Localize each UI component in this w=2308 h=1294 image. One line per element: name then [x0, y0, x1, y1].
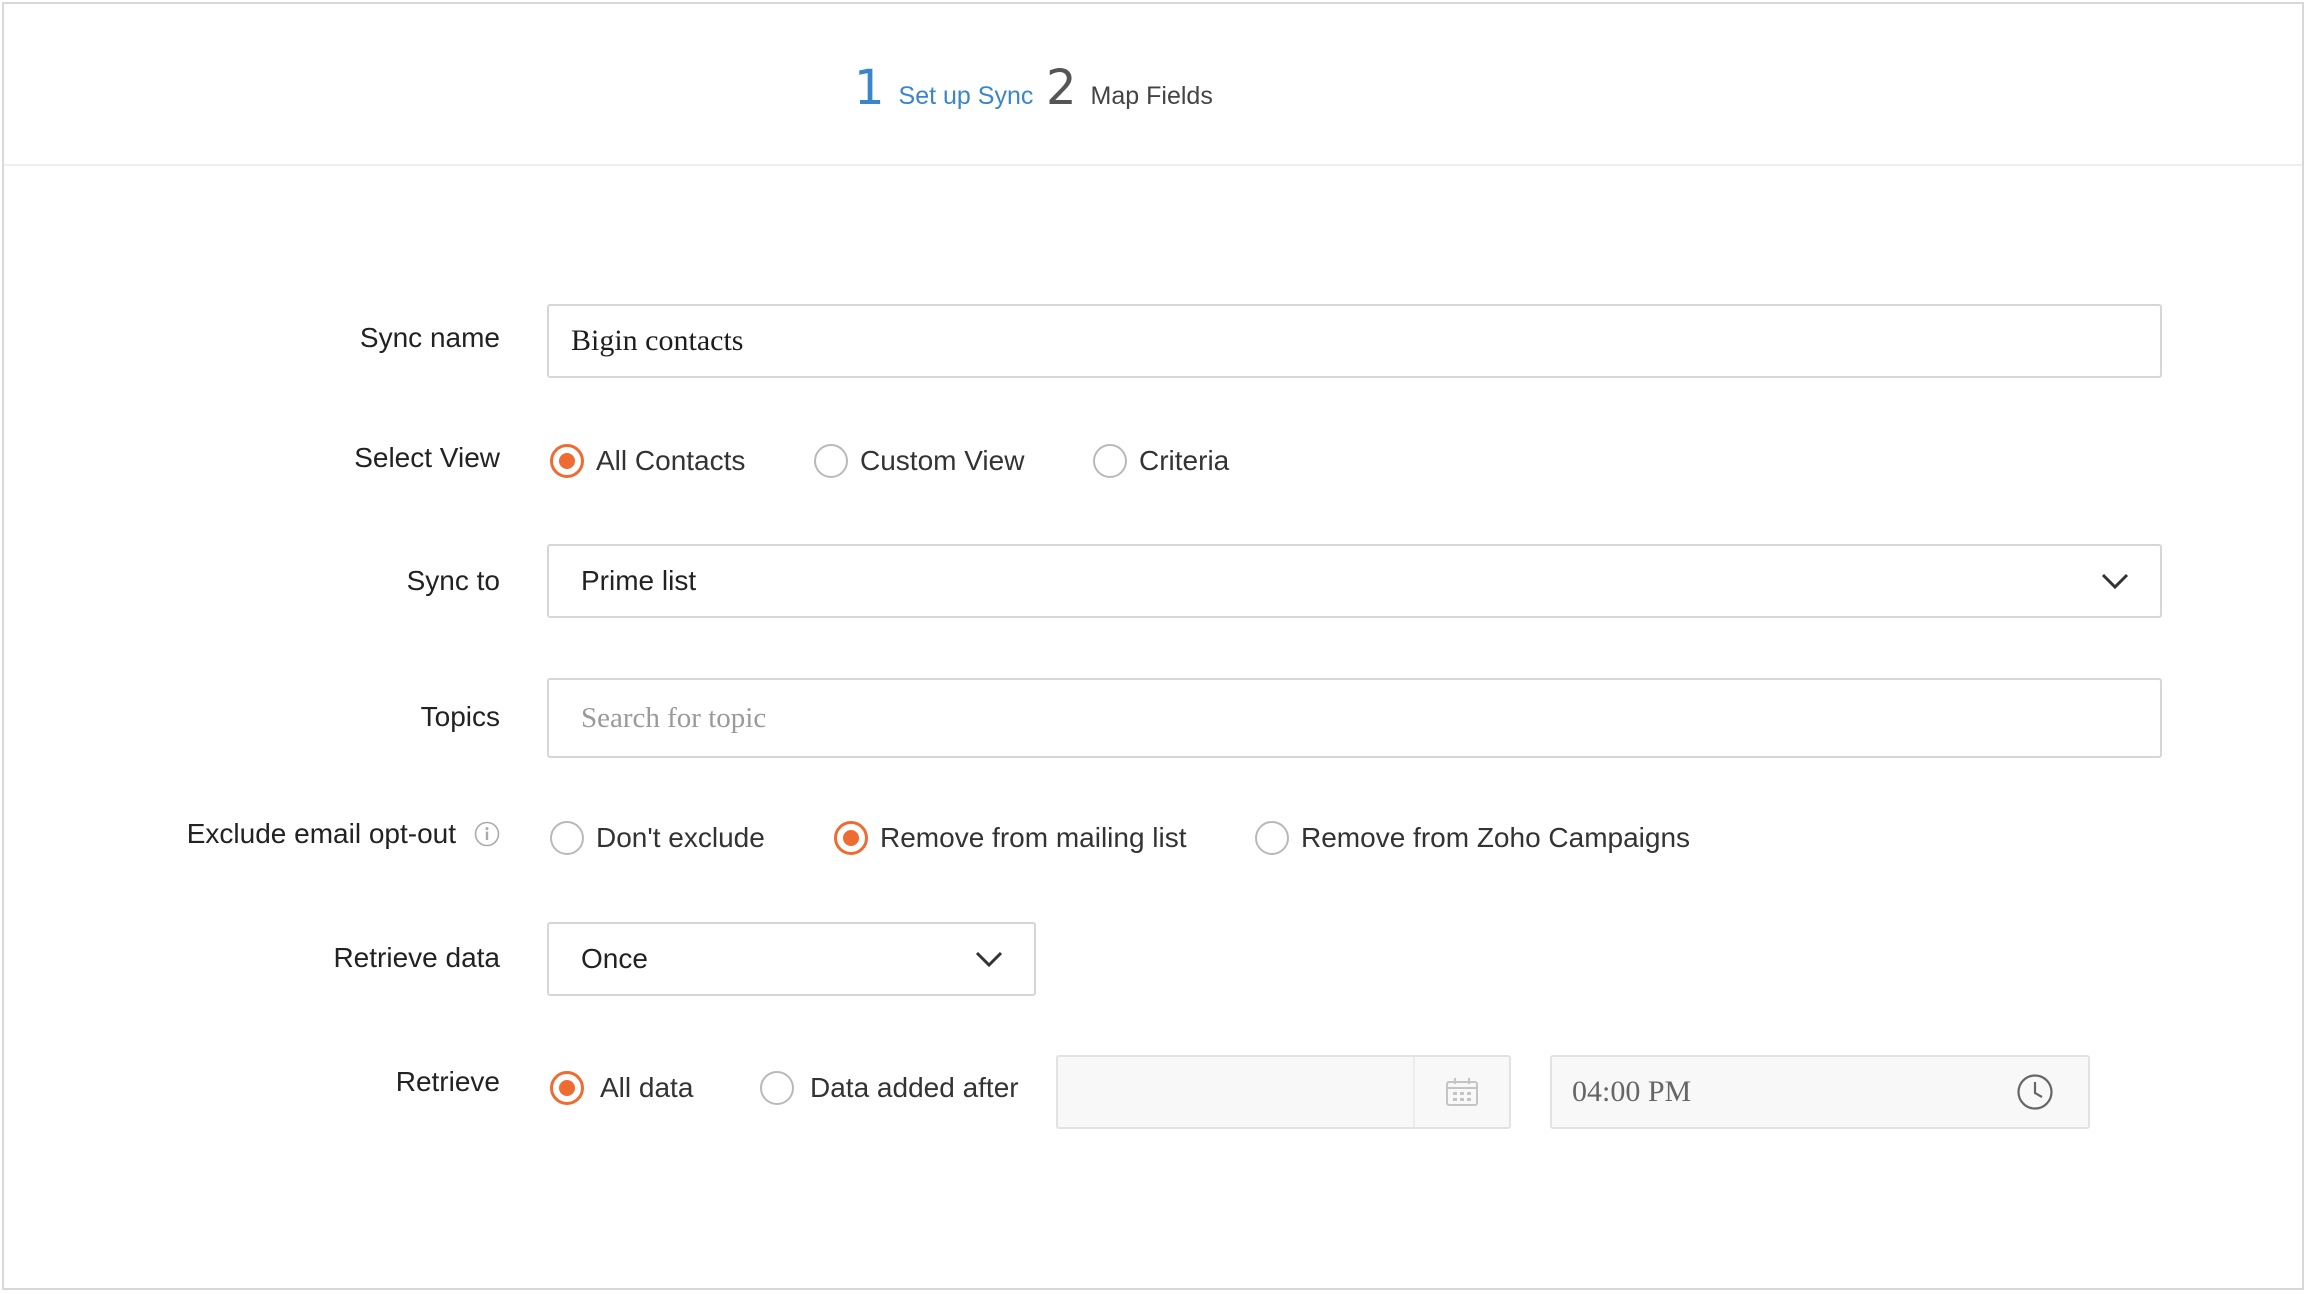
time-input[interactable]: 04:00 PM	[1550, 1055, 2090, 1129]
radio-dont-exclude[interactable]: Don't exclude	[550, 821, 765, 855]
radio-circle	[834, 821, 868, 855]
step-number: 1	[854, 60, 885, 116]
radio-custom-view[interactable]: Custom View	[814, 444, 1024, 478]
retrieve-data-select[interactable]: Once	[547, 922, 1036, 996]
radio-circle	[550, 1071, 584, 1105]
step-number: 2	[1046, 60, 1077, 116]
radio-circle	[550, 444, 584, 478]
calendar-button[interactable]	[1413, 1057, 1509, 1127]
sync-to-select[interactable]: Prime list	[547, 544, 2162, 618]
radio-circle	[814, 444, 848, 478]
step-set-up-sync[interactable]: 1 Set up Sync	[854, 64, 1033, 112]
exclude-opt-out-text: Exclude email opt-out	[186, 818, 456, 849]
radio-remove-from-mailing-list[interactable]: Remove from mailing list	[834, 821, 1187, 855]
sync-to-label: Sync to	[406, 565, 500, 596]
radio-circle	[1093, 444, 1127, 478]
date-input[interactable]	[1056, 1055, 1511, 1129]
retrieve-data-value: Once	[581, 943, 648, 974]
info-icon[interactable]	[474, 821, 500, 847]
radio-label: All data	[600, 1072, 694, 1103]
sync-setup-panel: 1 Set up Sync 2 Map Fields Sync name Big…	[2, 2, 2304, 1290]
time-value: 04:00 PM	[1572, 1075, 1692, 1108]
radio-criteria[interactable]: Criteria	[1093, 444, 1229, 478]
radio-circle	[1255, 821, 1289, 855]
topics-placeholder: Search for topic	[581, 701, 767, 734]
sync-name-label: Sync name	[359, 322, 500, 353]
radio-data-added-after[interactable]: Data added after	[760, 1071, 1019, 1105]
select-view-label: Select View	[354, 442, 500, 473]
radio-all-data[interactable]: All data	[550, 1071, 693, 1105]
radio-remove-from-zoho-campaigns[interactable]: Remove from Zoho Campaigns	[1255, 821, 1690, 855]
chevron-down-icon	[975, 951, 1003, 968]
radio-label: All Contacts	[596, 445, 746, 476]
sync-name-input[interactable]: Bigin contacts	[547, 304, 2162, 378]
clock-icon	[2017, 1074, 2053, 1110]
calendar-icon	[1446, 1078, 1478, 1106]
step-label: Set up Sync	[898, 82, 1034, 110]
radio-label: Remove from Zoho Campaigns	[1301, 822, 1691, 853]
wizard-steps: 1 Set up Sync 2 Map Fields	[4, 4, 2302, 166]
radio-label: Data added after	[810, 1072, 1019, 1103]
radio-label: Remove from mailing list	[880, 822, 1187, 853]
retrieve-label: Retrieve	[395, 1066, 500, 1097]
sync-name-value: Bigin contacts	[571, 324, 744, 357]
radio-label: Don't exclude	[596, 822, 765, 853]
topics-input[interactable]: Search for topic	[547, 678, 2162, 758]
step-label: Map Fields	[1090, 82, 1213, 110]
radio-label: Custom View	[860, 445, 1025, 476]
radio-circle	[550, 821, 584, 855]
retrieve-data-label: Retrieve data	[333, 942, 500, 973]
sync-to-value: Prime list	[581, 565, 697, 596]
exclude-opt-out-label: Exclude email opt-out	[187, 818, 500, 850]
topics-label: Topics	[420, 701, 500, 732]
chevron-down-icon	[2101, 573, 2129, 590]
step-map-fields[interactable]: 2 Map Fields	[1046, 64, 1213, 112]
radio-label: Criteria	[1139, 445, 1230, 476]
radio-all-contacts[interactable]: All Contacts	[550, 444, 745, 478]
radio-circle	[760, 1071, 794, 1105]
